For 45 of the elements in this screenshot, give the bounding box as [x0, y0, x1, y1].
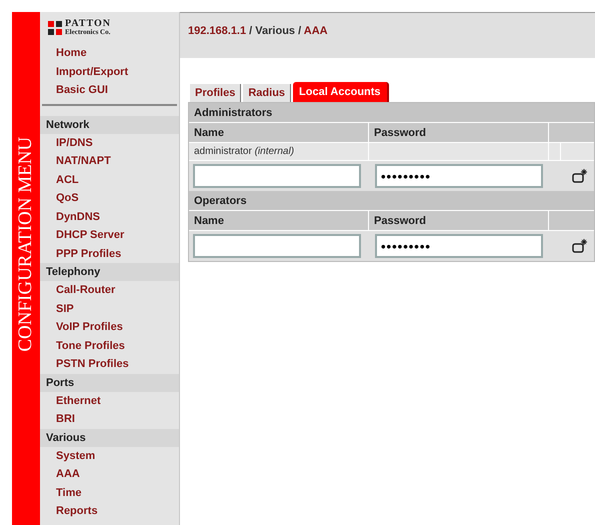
menu-link[interactable]: PSTN Profiles [40, 355, 179, 374]
menu-link[interactable]: System [40, 446, 179, 465]
add-entry-icon[interactable] [572, 168, 588, 184]
menu-link[interactable]: QoS [40, 189, 179, 208]
name-field[interactable] [193, 164, 361, 188]
password-field[interactable]: ••••••••• [375, 164, 543, 188]
menu-heading: Various [40, 428, 179, 446]
add-entry-icon[interactable] [572, 238, 588, 254]
column-header: Password [369, 211, 549, 230]
logo-name: PATTON [65, 20, 112, 28]
menu-link[interactable]: Time [40, 484, 179, 502]
menu-link[interactable]: BRI [40, 410, 179, 428]
menu-link[interactable]: VoIP Profiles [40, 318, 179, 336]
menu-link[interactable]: Tone Profiles [40, 336, 179, 355]
account-name: administrator (internal) [194, 146, 294, 157]
menu-heading: Network [40, 116, 179, 134]
menu-link[interactable]: IP/DNS [40, 134, 179, 152]
menu-link[interactable]: Import/Export [40, 62, 179, 81]
tab[interactable]: Profiles [190, 84, 242, 102]
menu-link[interactable]: Reports [40, 502, 179, 520]
tab[interactable]: Local Accounts [293, 82, 389, 102]
logo-icon [48, 21, 62, 35]
menu-link[interactable]: Ethernet [40, 392, 179, 410]
menu-link[interactable]: DynDNS [40, 208, 179, 226]
menu-link[interactable]: NAT/NAPT [40, 152, 179, 170]
tab[interactable]: Radius [243, 84, 292, 102]
section-title: Operators [189, 191, 594, 211]
breadcrumb: 192.168.1.1 / Various / AAA [188, 24, 328, 39]
password-field[interactable]: ••••••••• [375, 234, 543, 258]
menu-link[interactable]: DHCP Server [40, 226, 179, 244]
menu-heading: Ports [40, 374, 179, 392]
menu-link[interactable]: Basic GUI [40, 81, 179, 100]
menu-link[interactable]: Call-Router [40, 281, 179, 300]
menu-heading: Telephony [40, 263, 179, 281]
column-header: Name [189, 123, 369, 142]
section-title: Administrators [189, 103, 594, 123]
menu-link[interactable]: SIP [40, 300, 179, 318]
menu-link[interactable]: AAA [40, 465, 179, 484]
side-title: CONFIGURATION MENU [14, 136, 37, 352]
column-header: Password [369, 123, 549, 142]
menu-link[interactable]: PPP Profiles [40, 244, 179, 263]
menu-link[interactable]: ACL [40, 170, 179, 189]
column-header: Name [189, 211, 369, 230]
name-field[interactable] [193, 234, 361, 258]
menu-link[interactable]: Home [40, 44, 179, 62]
